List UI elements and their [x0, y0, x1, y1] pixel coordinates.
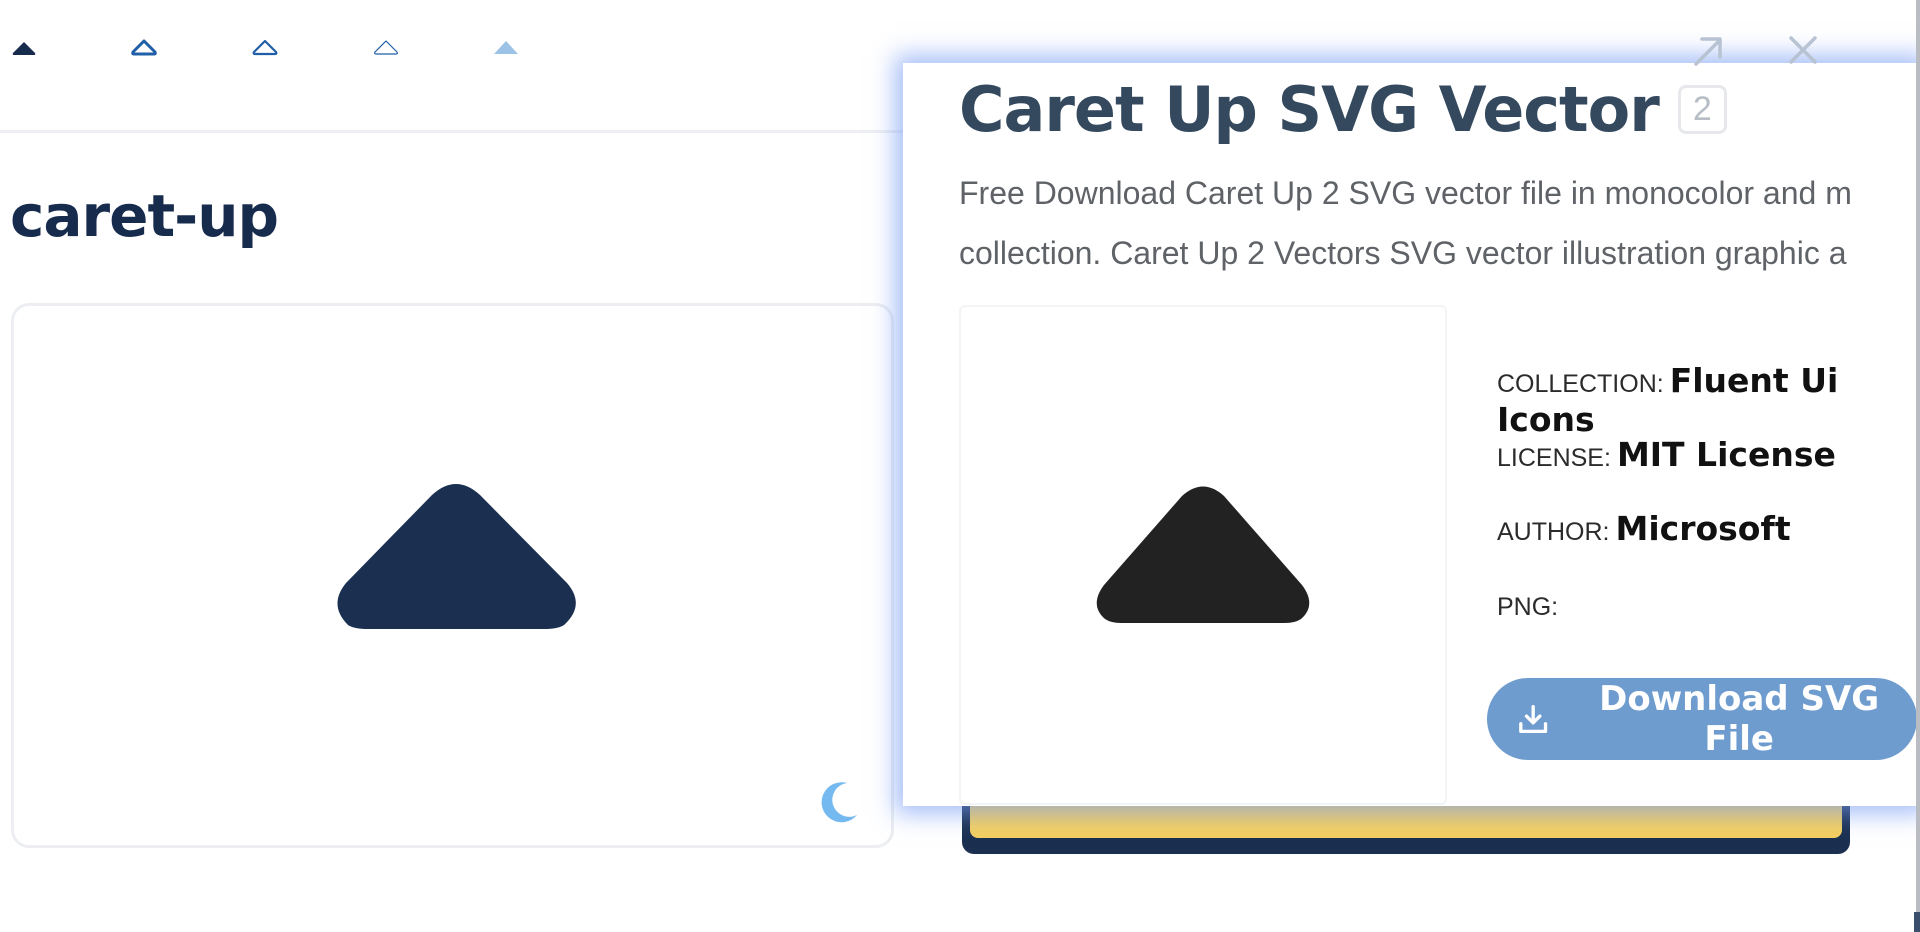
caret-up-outline-thin-icon[interactable] [370, 36, 402, 58]
scrollbar[interactable] [1916, 0, 1920, 932]
collection-label: COLLECTION: [1497, 370, 1664, 398]
icon-preview-card [11, 303, 894, 848]
moon-icon[interactable] [817, 779, 861, 823]
modal-title-row: Caret Up SVG Vector 2 [959, 73, 1727, 146]
external-link-icon[interactable] [1688, 30, 1728, 70]
description-line-2: collection. Caret Up 2 Vectors SVG vecto… [959, 235, 1847, 271]
close-icon[interactable] [1786, 30, 1820, 70]
author-value[interactable]: Microsoft [1616, 509, 1791, 548]
license-value[interactable]: MIT License [1617, 435, 1836, 474]
caret-up-outline-icon[interactable] [249, 36, 281, 58]
download-icon [1519, 704, 1548, 734]
meta-license: LICENSE: MIT License [1497, 435, 1836, 474]
caret-up-outline-bold-icon[interactable] [128, 36, 160, 58]
download-label: Download SVG File [1599, 679, 1880, 759]
caret-up-icon [337, 484, 576, 629]
icon-detail-modal: Caret Up SVG Vector 2 Free Download Care… [903, 63, 1920, 806]
caret-up-icon [1096, 486, 1310, 623]
modal-icon-preview [959, 305, 1447, 805]
caret-up-light-filled-icon[interactable] [490, 36, 522, 58]
scrollbar-thumb[interactable] [1914, 912, 1920, 932]
license-label: LICENSE: [1497, 444, 1611, 472]
download-svg-button[interactable]: Download SVG File [1487, 678, 1917, 760]
meta-png: PNG: [1497, 593, 1558, 622]
page-title: caret-up [10, 182, 279, 250]
png-label: PNG: [1497, 593, 1559, 621]
description-line-1: Free Download Caret Up 2 SVG vector file… [959, 175, 1852, 211]
modal-title: Caret Up SVG Vector [959, 73, 1660, 146]
variant-count-badge: 2 [1677, 85, 1727, 134]
meta-collection: COLLECTION: Fluent Ui Icons [1497, 361, 1920, 439]
modal-description: Free Download Caret Up 2 SVG vector file… [959, 163, 1920, 283]
caret-up-filled-icon[interactable] [8, 36, 40, 58]
meta-author: AUTHOR: Microsoft [1497, 509, 1791, 548]
author-label: AUTHOR: [1497, 518, 1610, 546]
